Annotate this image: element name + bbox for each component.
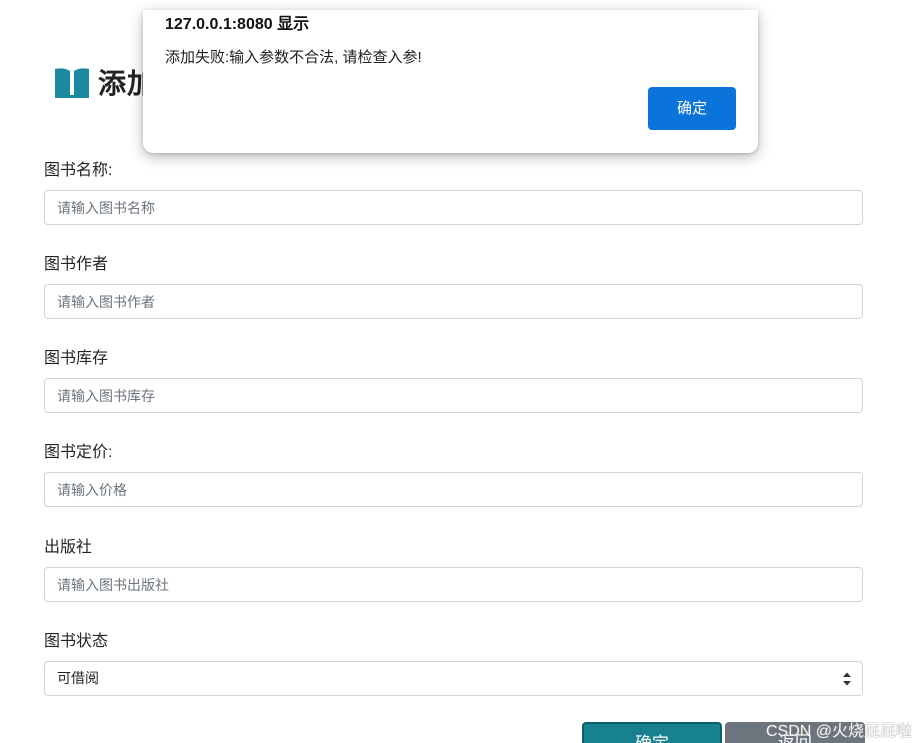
sort-arrows-icon	[843, 672, 851, 686]
book-stock-label: 图书库存	[44, 350, 109, 367]
confirm-button[interactable]: 确定	[582, 722, 722, 743]
dialog-ok-button[interactable]: 确定	[648, 87, 736, 130]
book-name-label: 图书名称:	[44, 162, 113, 179]
book-status-label: 图书状态	[44, 633, 109, 650]
book-status-select[interactable]: 可借阅	[44, 661, 863, 696]
book-price-label: 图书定价:	[44, 444, 113, 461]
publisher-input[interactable]	[44, 567, 863, 602]
dialog-origin: 127.0.0.1:8080 显示	[165, 16, 310, 33]
open-book-icon	[55, 68, 89, 98]
add-book-page: 添加 图书名称: 图书作者 图书库存 图书定价: 出版社 图书状态 可借阅 确定…	[0, 0, 924, 743]
field-book-price: 图书定价:	[44, 443, 863, 507]
alert-dialog: 127.0.0.1:8080 显示 添加失败:输入参数不合法, 请检查入参! 确…	[143, 10, 758, 153]
book-stock-input[interactable]	[44, 378, 863, 413]
page-title: 添加	[52, 62, 156, 102]
book-author-input[interactable]	[44, 284, 863, 319]
book-price-input[interactable]	[44, 472, 863, 507]
field-book-stock: 图书库存	[44, 349, 863, 413]
field-book-author: 图书作者	[44, 255, 863, 319]
publisher-label: 出版社	[44, 539, 93, 556]
book-name-input[interactable]	[44, 190, 863, 225]
watermark: CSDN @火烧屁屁啦	[766, 723, 913, 740]
book-author-label: 图书作者	[44, 256, 109, 273]
book-status-selected: 可借阅	[57, 670, 99, 686]
field-book-name: 图书名称:	[44, 161, 863, 225]
field-book-status: 图书状态 可借阅	[44, 632, 863, 696]
field-publisher: 出版社	[44, 538, 863, 602]
dialog-message: 添加失败:输入参数不合法, 请检查入参!	[165, 49, 422, 66]
